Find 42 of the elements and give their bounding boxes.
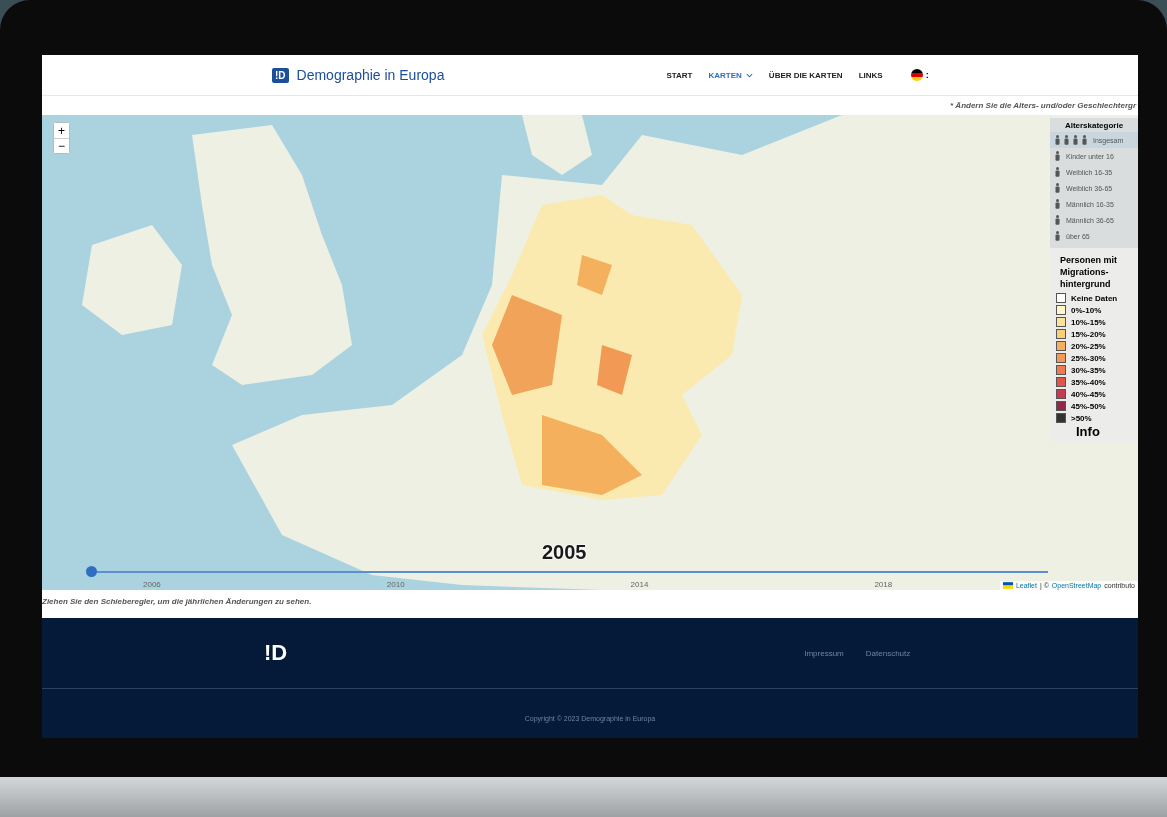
slider-hint: Ziehen Sie den Schieberegler, um die jährlichen Änderungen zu sehen. [42,597,312,606]
legend-label: 0%-10% [1071,305,1102,315]
legend-label: 25%-30% [1071,353,1106,363]
legend-label: 45%-50% [1071,401,1106,411]
person-icon [1054,231,1061,241]
legend-title: Alterskategorie [1063,121,1125,130]
nav-link[interactable]: LINKS [858,70,883,80]
year-tick-label: 2018 [874,580,893,589]
person-icon [1054,151,1061,161]
person-icon [1054,183,1061,193]
language-selector[interactable]: : [910,69,929,81]
year-tick-label: 2010 [386,580,405,589]
nav-link[interactable]: START [666,70,693,80]
year-tick-label: 2014 [630,580,649,589]
year-label: 2005 [542,541,587,564]
person-icon [1054,215,1061,225]
legend-label: Keine Daten [1071,293,1118,303]
legend-label: 30%-35% [1071,365,1106,375]
site-title[interactable]: Demographie in Europa [296,67,445,83]
footer-logo[interactable]: !D [264,640,288,666]
person-icon [1054,135,1088,145]
legend-label: 40%-45% [1071,389,1106,399]
year-tick-label: 2006 [143,580,161,589]
zoom-out-button[interactable]: − [54,138,69,153]
nav-link[interactable]: ÜBER DIE KARTEN [768,70,843,80]
person-icon [1054,167,1061,177]
legend-label: 15%-20% [1071,329,1106,339]
logo[interactable]: !D [272,67,289,83]
notice-text: * Ändern Sie die Alters- und/oder Geschlechtergr [950,101,1138,110]
footer-link[interactable]: Impressum [804,648,844,658]
nav-link[interactable]: KARTEN [708,70,753,80]
flag-icon [1002,582,1013,589]
info-heading: Info [1075,424,1101,440]
person-icon [1054,199,1061,209]
footer-link[interactable]: Datenschutz [865,648,911,658]
legend-label: 10%-15% [1071,317,1106,327]
slider-thumb[interactable] [86,566,97,577]
flag-icon [910,69,923,81]
legend-title: Personen mit Migrations-hintergrund [1059,254,1118,292]
legend-label: >50% [1071,413,1092,423]
legend-label: 35%-40% [1071,377,1106,387]
legend-label: 20%-25% [1071,341,1106,351]
